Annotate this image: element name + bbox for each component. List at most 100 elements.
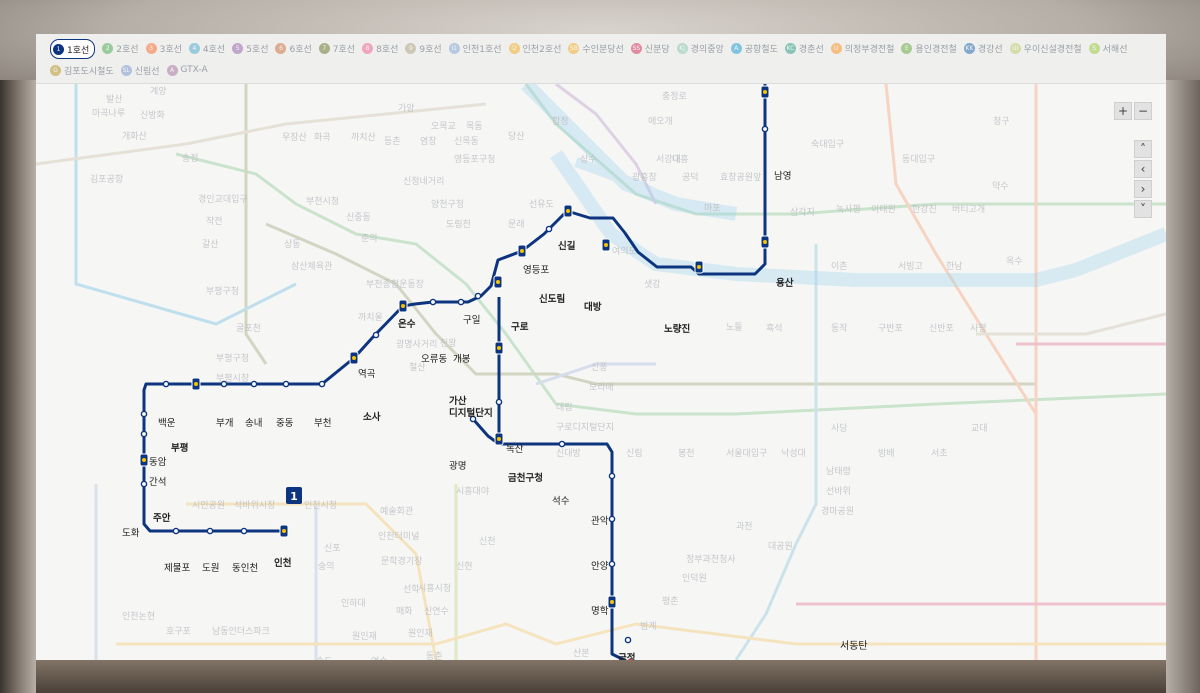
station-marker xyxy=(372,331,380,339)
zoom-in-button[interactable]: + xyxy=(1114,102,1132,120)
subway-map[interactable]: 마곡나루발산개화산김포공항송정신방화까치산화곡우장산신정네거리양천구청도림천영등… xyxy=(36,84,1166,660)
legend-label: 경춘선 xyxy=(798,44,824,55)
pan-down-button[interactable]: ˅ xyxy=(1134,200,1152,218)
station-marker xyxy=(250,380,258,388)
legend-label: 공항철도 xyxy=(744,44,778,55)
legend-item-15[interactable]: KC 경춘선 xyxy=(784,39,824,57)
legend-label: 신분당 xyxy=(644,44,670,55)
legend-item-23[interactable]: A GTX-A xyxy=(166,61,208,79)
background-station-label: 합정 xyxy=(552,116,569,127)
background-station-label: 이태원 xyxy=(871,204,896,215)
transfer-station-dot xyxy=(566,209,570,213)
background-station-label: 선바위 xyxy=(826,486,851,497)
transfer-station-dot xyxy=(142,458,146,462)
legend-label: 우이신설경전철 xyxy=(1023,44,1082,55)
legend-item-22[interactable]: SL 신림선 xyxy=(120,61,160,79)
legend-item-1[interactable]: 2 2호선 xyxy=(102,39,139,57)
background-station-label: 동작 xyxy=(831,323,848,334)
legend-item-17[interactable]: E 용인경전철 xyxy=(901,39,957,57)
background-station-label: 효창공원앞 xyxy=(720,171,761,183)
background-station-label: 발산 xyxy=(106,94,123,105)
background-station-label: 옥수 xyxy=(1006,256,1023,267)
station-label-songnae: 송내 xyxy=(245,418,262,429)
legend-item-4[interactable]: 5 5호선 xyxy=(232,39,268,57)
station-label-anyang: 안양 xyxy=(591,561,609,572)
background-station-label: 방배 xyxy=(878,448,895,459)
background-station-label: 낙성대 xyxy=(781,448,806,459)
legend-label: 7호선 xyxy=(332,44,356,55)
background-station-label: 봉천 xyxy=(678,448,695,459)
legend-label: 인천2호선 xyxy=(522,44,562,55)
station-label-singil: 신길 xyxy=(558,240,576,252)
legend-item-5[interactable]: 6 6호선 xyxy=(275,39,312,57)
legend-label: 4호선 xyxy=(202,44,226,55)
background-station-label: 버티고개 xyxy=(952,204,985,215)
legend-item-7[interactable]: 8 8호선 xyxy=(362,39,398,57)
legend-item-11[interactable]: SB 수인분당선 xyxy=(568,39,624,57)
legend-label: 수인분당선 xyxy=(582,44,624,55)
background-station-label: 신정네거리 xyxy=(403,176,444,187)
legend-dot-icon: KJ xyxy=(676,42,688,54)
legend-item-13[interactable]: KJ 경의중앙 xyxy=(676,39,724,57)
station-marker xyxy=(318,380,326,388)
legend-item-3[interactable]: 4 4호선 xyxy=(188,39,226,57)
background-station-label: 인천논현 xyxy=(122,611,155,622)
legend-dot-icon: KC xyxy=(784,42,796,54)
legend-item-10[interactable]: I2 인천2호선 xyxy=(508,39,562,57)
background-station-label: 인하대 xyxy=(341,598,366,609)
legend-item-18[interactable]: KK 경강선 xyxy=(963,39,1003,57)
legend-dot-icon: SB xyxy=(568,42,580,54)
station-marker xyxy=(624,636,632,644)
station-marker xyxy=(545,225,553,233)
legend-item-21[interactable]: G 김포도시철도 xyxy=(50,61,114,79)
legend-item-16[interactable]: U 의정부경전철 xyxy=(830,39,894,57)
background-station-label: 석바위시장 xyxy=(234,500,275,511)
pan-left-button[interactable]: ‹ xyxy=(1134,160,1152,178)
background-station-label: 천왕 xyxy=(440,338,457,349)
background-station-label: 대림 xyxy=(556,401,573,413)
background-station-label: 부평구청 xyxy=(206,286,239,297)
legend-dot-icon: 9 xyxy=(405,42,417,54)
background-station-label: 서울대입구 xyxy=(726,447,767,459)
legend-item-6[interactable]: 7 7호선 xyxy=(318,39,356,57)
legend-item-19[interactable]: UI 우이신설경전철 xyxy=(1009,39,1082,57)
station-label-noryangjin: 노량진 xyxy=(664,323,690,335)
station-label-oryudong: 오류동 xyxy=(421,354,447,365)
background-station-label: 송정 xyxy=(182,153,199,164)
background-station-label: 경인교대입구 xyxy=(198,193,248,205)
background-station-label: 굴포천 xyxy=(236,323,261,334)
background-photo-left xyxy=(0,80,36,693)
station-label-jungdong: 중동 xyxy=(276,418,294,429)
legend-dot-icon: I1 xyxy=(448,42,460,54)
legend-item-20[interactable]: S 서해선 xyxy=(1088,39,1127,57)
legend-label: GTX-A xyxy=(180,65,208,75)
station-marker xyxy=(429,298,437,306)
legend-item-8[interactable]: 9 9호선 xyxy=(405,39,442,57)
station-marker xyxy=(474,292,482,300)
legend-item-9[interactable]: I1 인천1호선 xyxy=(448,39,502,57)
background-station-label: 김포공항 xyxy=(90,173,123,185)
background-station-label: 인천터미널 xyxy=(378,531,419,542)
background-station-label: 우장산 xyxy=(282,132,307,143)
background-station-label: 범계 xyxy=(640,620,657,632)
station-marker xyxy=(457,298,465,306)
background-station-label: 오목교 xyxy=(431,121,456,132)
background-station-label: 영등포구청 xyxy=(454,154,495,165)
legend-item-12[interactable]: SS 신분당 xyxy=(630,39,670,57)
pan-up-button[interactable]: ˄ xyxy=(1134,140,1152,158)
zoom-out-button[interactable]: − xyxy=(1134,102,1152,120)
transfer-station-dot xyxy=(496,280,500,284)
station-label-bupyeong: 부평 xyxy=(171,442,188,454)
station-marker xyxy=(140,410,148,418)
background-station-label: 당산 xyxy=(508,131,525,142)
legend-label: 경의중앙 xyxy=(690,44,724,55)
station-label-seoksu: 석수 xyxy=(552,496,570,507)
legend-item-14[interactable]: A 공항철도 xyxy=(730,39,778,57)
legend-dot-icon: SS xyxy=(630,42,642,54)
pan-right-button[interactable]: › xyxy=(1134,180,1152,198)
station-label-seodongtan[interactable]: 서동탄 xyxy=(840,640,868,652)
background-station-label: 까치울 xyxy=(358,311,383,323)
legend-item-2[interactable]: 3 3호선 xyxy=(145,39,182,57)
legend-item-0[interactable]: 1 1호선 xyxy=(50,39,96,59)
legend-label: 1호선 xyxy=(67,45,90,56)
